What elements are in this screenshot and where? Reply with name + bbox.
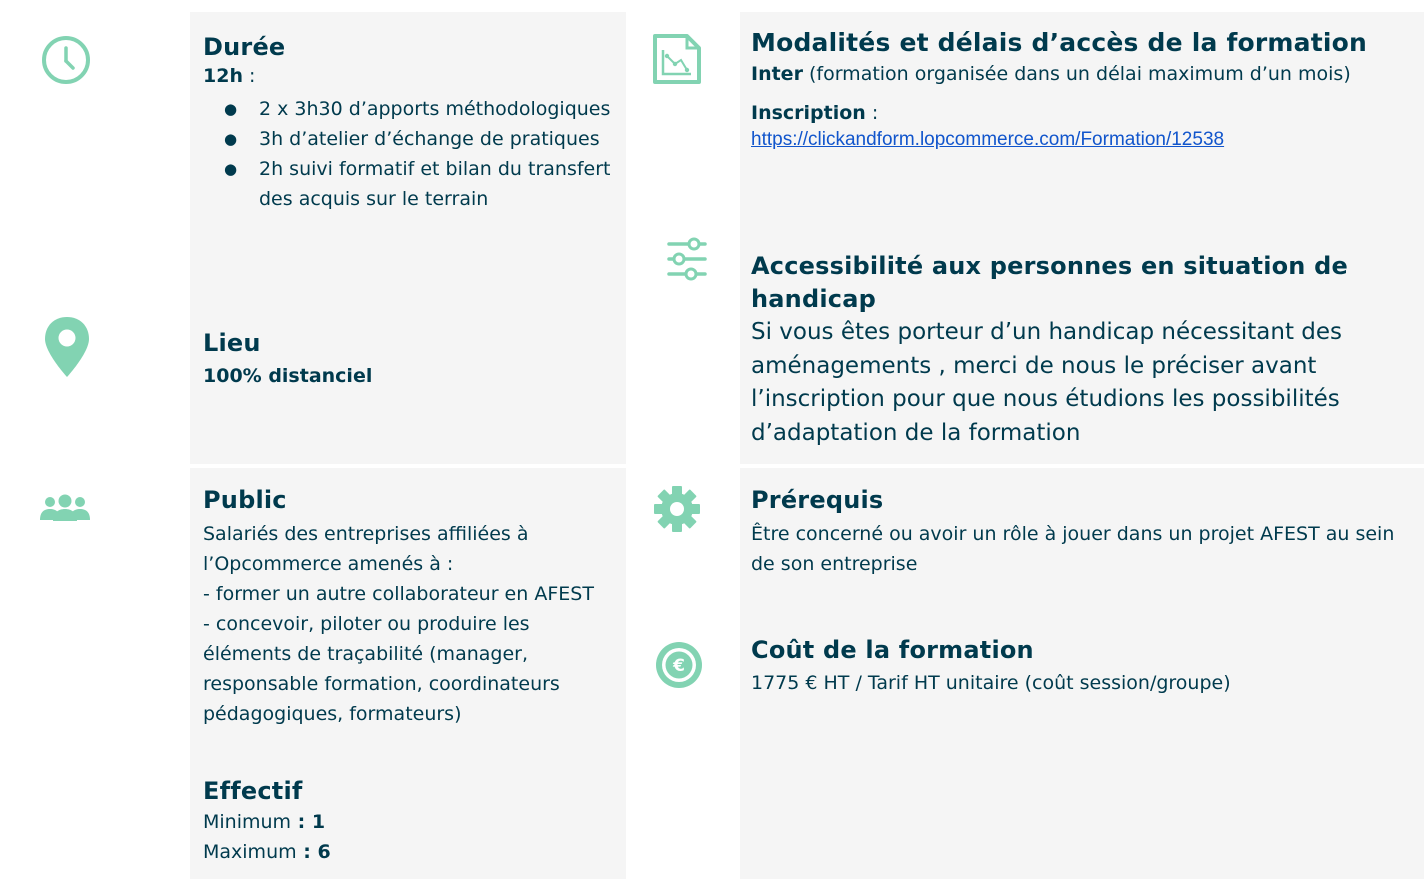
duree-item: ● 2 x 3h30 d’apports méthodologiques <box>203 94 618 124</box>
effectif-section: Effectif Minimum : 1 Maximum : 6 <box>203 775 618 867</box>
euro-icon: € <box>654 640 704 690</box>
sliders-icon <box>667 236 707 282</box>
modalites-section: Modalités et délais d’accès de la format… <box>751 27 1401 153</box>
bullet-dot: ● <box>224 100 238 118</box>
prerequis-title: Prérequis <box>751 486 884 514</box>
inscription-link[interactable]: https://clickandform.lopcommerce.com/For… <box>751 129 1224 150</box>
cout-text: 1775 € HT / Tarif HT unitaire (coût sess… <box>751 672 1231 694</box>
svg-text:€: € <box>672 656 685 676</box>
inter-label: Inter <box>751 63 803 85</box>
cout-title: Coût de la formation <box>751 636 1034 664</box>
effectif-title: Effectif <box>203 777 303 805</box>
duree-item: ● 3h d’atelier d’échange de pratiques <box>203 124 618 154</box>
duree-section: Durée 12h : ● 2 x 3h30 d’apports méthodol… <box>203 31 618 214</box>
accessibilite-text: Si vous êtes porteur d’un handicap néces… <box>751 319 1343 446</box>
effectif-max-value: : 6 <box>296 841 331 863</box>
lieu-value: 100% distanciel <box>203 365 373 387</box>
duree-list: ● 2 x 3h30 d’apports méthodologiques ● 3h … <box>203 94 618 214</box>
accessibilite-title: Accessibilité aux personnes en situation… <box>751 252 1349 313</box>
inscription-sep: : <box>865 102 879 124</box>
effectif-min-value: : 1 <box>291 811 326 833</box>
users-group-icon <box>39 494 91 522</box>
modalites-title: Modalités et délais d’accès de la format… <box>751 28 1368 57</box>
effectif-max: Maximum : 6 <box>203 837 618 867</box>
public-line: - former un autre collaborateur en AFEST <box>203 583 594 605</box>
cout-section: Coût de la formation 1775 € HT / Tarif H… <box>751 634 1401 698</box>
prerequis-section: Prérequis Être concerné ou avoir un rôle… <box>751 484 1401 579</box>
clock-icon <box>41 35 91 85</box>
modalites-inter: Inter (formation organisée dans un délai… <box>751 59 1401 89</box>
lieu-title: Lieu <box>203 329 261 357</box>
public-line: Salariés des entreprises affiliées à l’O… <box>203 523 529 575</box>
map-pin-icon <box>42 315 92 379</box>
gear-icon <box>653 485 701 533</box>
prerequis-text: Être concerné ou avoir un rôle à jouer d… <box>751 523 1395 575</box>
inter-text: (formation organisée dans un délai maxim… <box>802 63 1351 85</box>
accessibilite-section: Accessibilité aux personnes en situation… <box>751 250 1391 450</box>
lieu-section: Lieu 100% distanciel <box>203 327 618 393</box>
public-line: - concevoir, piloter ou produire les élé… <box>203 613 560 725</box>
duree-item: ● 2h suivi formatif et bilan du transfert… <box>203 154 618 214</box>
effectif-min-label: Minimum <box>203 811 292 833</box>
document-chart-icon <box>652 34 702 84</box>
duree-title: Durée <box>203 33 286 61</box>
duree-hours-sep: : <box>242 65 256 87</box>
effectif-min: Minimum : 1 <box>203 807 618 837</box>
public-section: Public Salariés des entreprises affiliée… <box>203 484 618 729</box>
bullet-dot: ● <box>224 160 238 178</box>
bullet-dot: ● <box>224 130 238 148</box>
effectif-max-label: Maximum <box>203 841 297 863</box>
duree-hours: 12h <box>203 65 243 87</box>
inscription-label: Inscription <box>751 102 866 124</box>
modalites-inscription: Inscription : <box>751 99 1401 127</box>
public-title: Public <box>203 486 287 514</box>
